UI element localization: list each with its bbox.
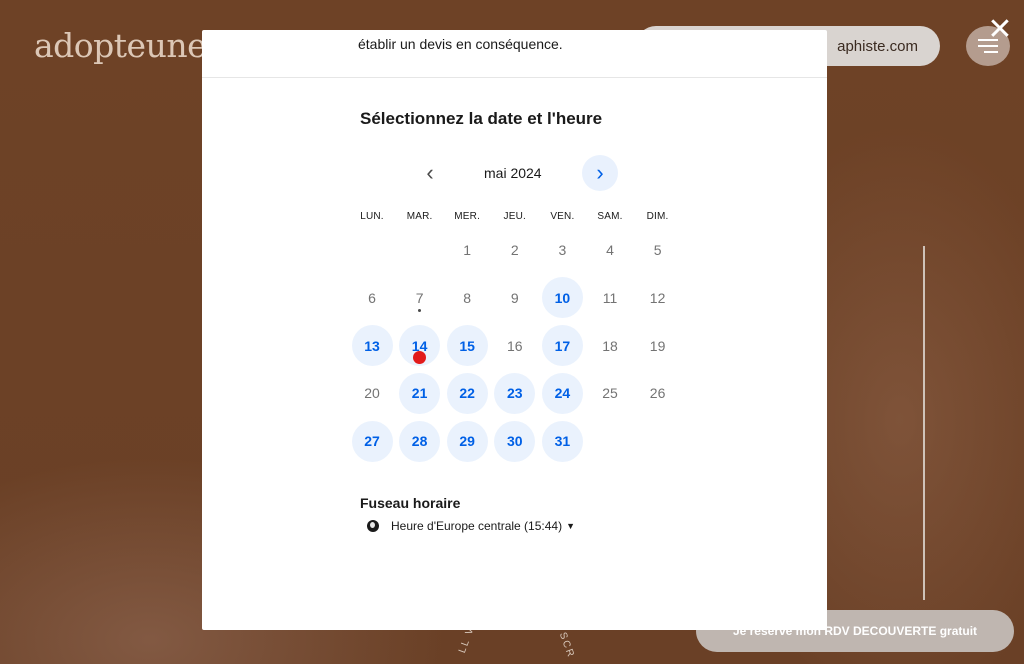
weekday-label: MER. (454, 211, 481, 222)
calendar-day-available[interactable]: 24 (541, 372, 583, 414)
timezone-value: Heure d'Europe centrale (15:44) (391, 519, 563, 533)
calendar-day-available[interactable]: 10 (541, 277, 583, 319)
calendar-day: 9 (510, 289, 519, 306)
mouse-cursor-marker (413, 350, 427, 364)
calendar-day: 2 (510, 242, 519, 258)
globe-icon (367, 520, 379, 532)
date-time-title: Sélectionnez la date et l'heure (360, 109, 603, 128)
calendar-day: 18 (602, 337, 618, 354)
month-label: mai 2024 (484, 165, 542, 181)
calendar-day: 16 (507, 337, 523, 354)
weekday-label: DIM. (646, 211, 669, 222)
weekday-label: LUN. (360, 211, 384, 222)
calendar-day: 3 (558, 242, 567, 258)
event-description-text: établir un devis en conséquence. (358, 36, 563, 52)
timezone-title: Fuseau horaire (360, 495, 461, 511)
timezone-selector[interactable]: Heure d'Europe centrale (15:44) ▼ (367, 519, 575, 533)
chevron-right-icon: › (596, 160, 604, 185)
weekday-label: JEU. (503, 211, 527, 222)
calendar-day: 8 (463, 289, 472, 306)
calendar-day-available[interactable]: 23 (494, 372, 536, 414)
calendar-day: 1 (463, 242, 472, 258)
calendar-day-available[interactable]: 28 (399, 420, 441, 462)
calendar-day: 4 (606, 242, 614, 258)
weekday-label: SAM. (597, 211, 623, 222)
calendar-day-available[interactable]: 31 (541, 420, 583, 462)
calendar-day-available[interactable]: 29 (446, 420, 488, 462)
calendar-day-available[interactable]: 13 (351, 325, 393, 367)
contact-pill-label: aphiste.com (837, 37, 918, 55)
site-logo[interactable]: adopteuneg (34, 26, 227, 65)
weekday-label: VEN. (550, 211, 575, 222)
calendar-day: 12 (649, 289, 666, 306)
calendar-day: 7 (415, 289, 424, 306)
calendar-day-available[interactable]: 15 (446, 325, 488, 367)
month-navigation: ‹ mai 2024 › (418, 155, 618, 191)
calendar-day: 25 (602, 385, 618, 402)
calendar-day-available[interactable]: 27 (351, 420, 393, 462)
today-indicator-dot (418, 308, 422, 312)
calendar-day-available[interactable]: 22 (446, 372, 488, 414)
weekday-label: MAR. (406, 211, 433, 222)
calendar-day: 20 (364, 385, 380, 402)
calendar-day: 11 (602, 289, 618, 306)
modal-header: établir un devis en conséquence. (202, 30, 827, 78)
calendar-day-available[interactable]: 30 (494, 420, 536, 462)
calendar-day: 5 (653, 242, 662, 258)
previous-month-button[interactable]: ‹ (418, 155, 442, 191)
calendar-day: 19 (649, 337, 666, 354)
calendar-day: 6 (368, 289, 376, 306)
calendar-day: 26 (649, 385, 666, 402)
calendar-day-available[interactable]: 17 (541, 325, 583, 367)
next-month-button[interactable]: › (582, 155, 618, 191)
calendar-day-available[interactable]: 21 (399, 372, 441, 414)
caret-down-icon: ▼ (566, 521, 575, 531)
scroll-indicator (923, 246, 925, 600)
booking-modal: établir un devis en conséquence. Sélecti… (202, 30, 827, 630)
chevron-left-icon: ‹ (426, 160, 434, 185)
close-icon[interactable]: ✕ (986, 15, 1014, 45)
